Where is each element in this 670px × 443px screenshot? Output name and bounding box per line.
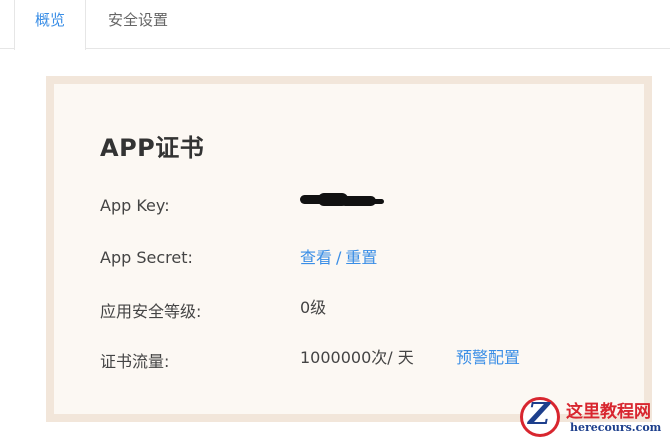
app-secret-actions: 查看 / 重置 bbox=[300, 244, 377, 268]
masked-app-key bbox=[300, 193, 386, 207]
app-secret-label: App Secret: bbox=[100, 248, 193, 267]
card-title: APP证书 bbox=[100, 134, 205, 162]
security-level-value: 0级 bbox=[300, 298, 327, 317]
watermark-z-icon: Z bbox=[528, 397, 550, 432]
cert-traffic-value: 1000000次/ 天 bbox=[300, 348, 414, 367]
link-separator: / bbox=[336, 248, 342, 267]
tab-security-settings[interactable]: 安全设置 bbox=[92, 0, 184, 49]
app-key-label: App Key: bbox=[100, 196, 170, 215]
alert-config-link[interactable]: 预警配置 bbox=[456, 344, 520, 368]
cert-traffic-label: 证书流量: bbox=[100, 352, 170, 371]
tab-bar: 概览 安全设置 bbox=[0, 0, 670, 50]
watermark-url: herecours.com bbox=[570, 421, 662, 434]
watermark-title: 这里教程网 bbox=[566, 402, 651, 422]
app-certificate-card: APP证书 App Key: App Secret: 查看 / 重置 应用安全等级:… bbox=[54, 84, 644, 414]
tab-overview[interactable]: 概览 bbox=[14, 0, 86, 50]
security-level-label: 应用安全等级: bbox=[100, 302, 202, 321]
app-certificate-card-frame: APP证书 App Key: App Secret: 查看 / 重置 应用安全等级:… bbox=[46, 76, 652, 422]
app-page: 概览 安全设置 APP证书 App Key: App Secret: 查看 / 重置 bbox=[0, 0, 670, 443]
view-secret-link[interactable]: 查看 bbox=[300, 248, 332, 267]
app-key-value bbox=[300, 193, 386, 213]
watermark-logo: Z 这里教程网 herecours.com bbox=[518, 395, 666, 439]
reset-secret-link[interactable]: 重置 bbox=[345, 248, 377, 267]
